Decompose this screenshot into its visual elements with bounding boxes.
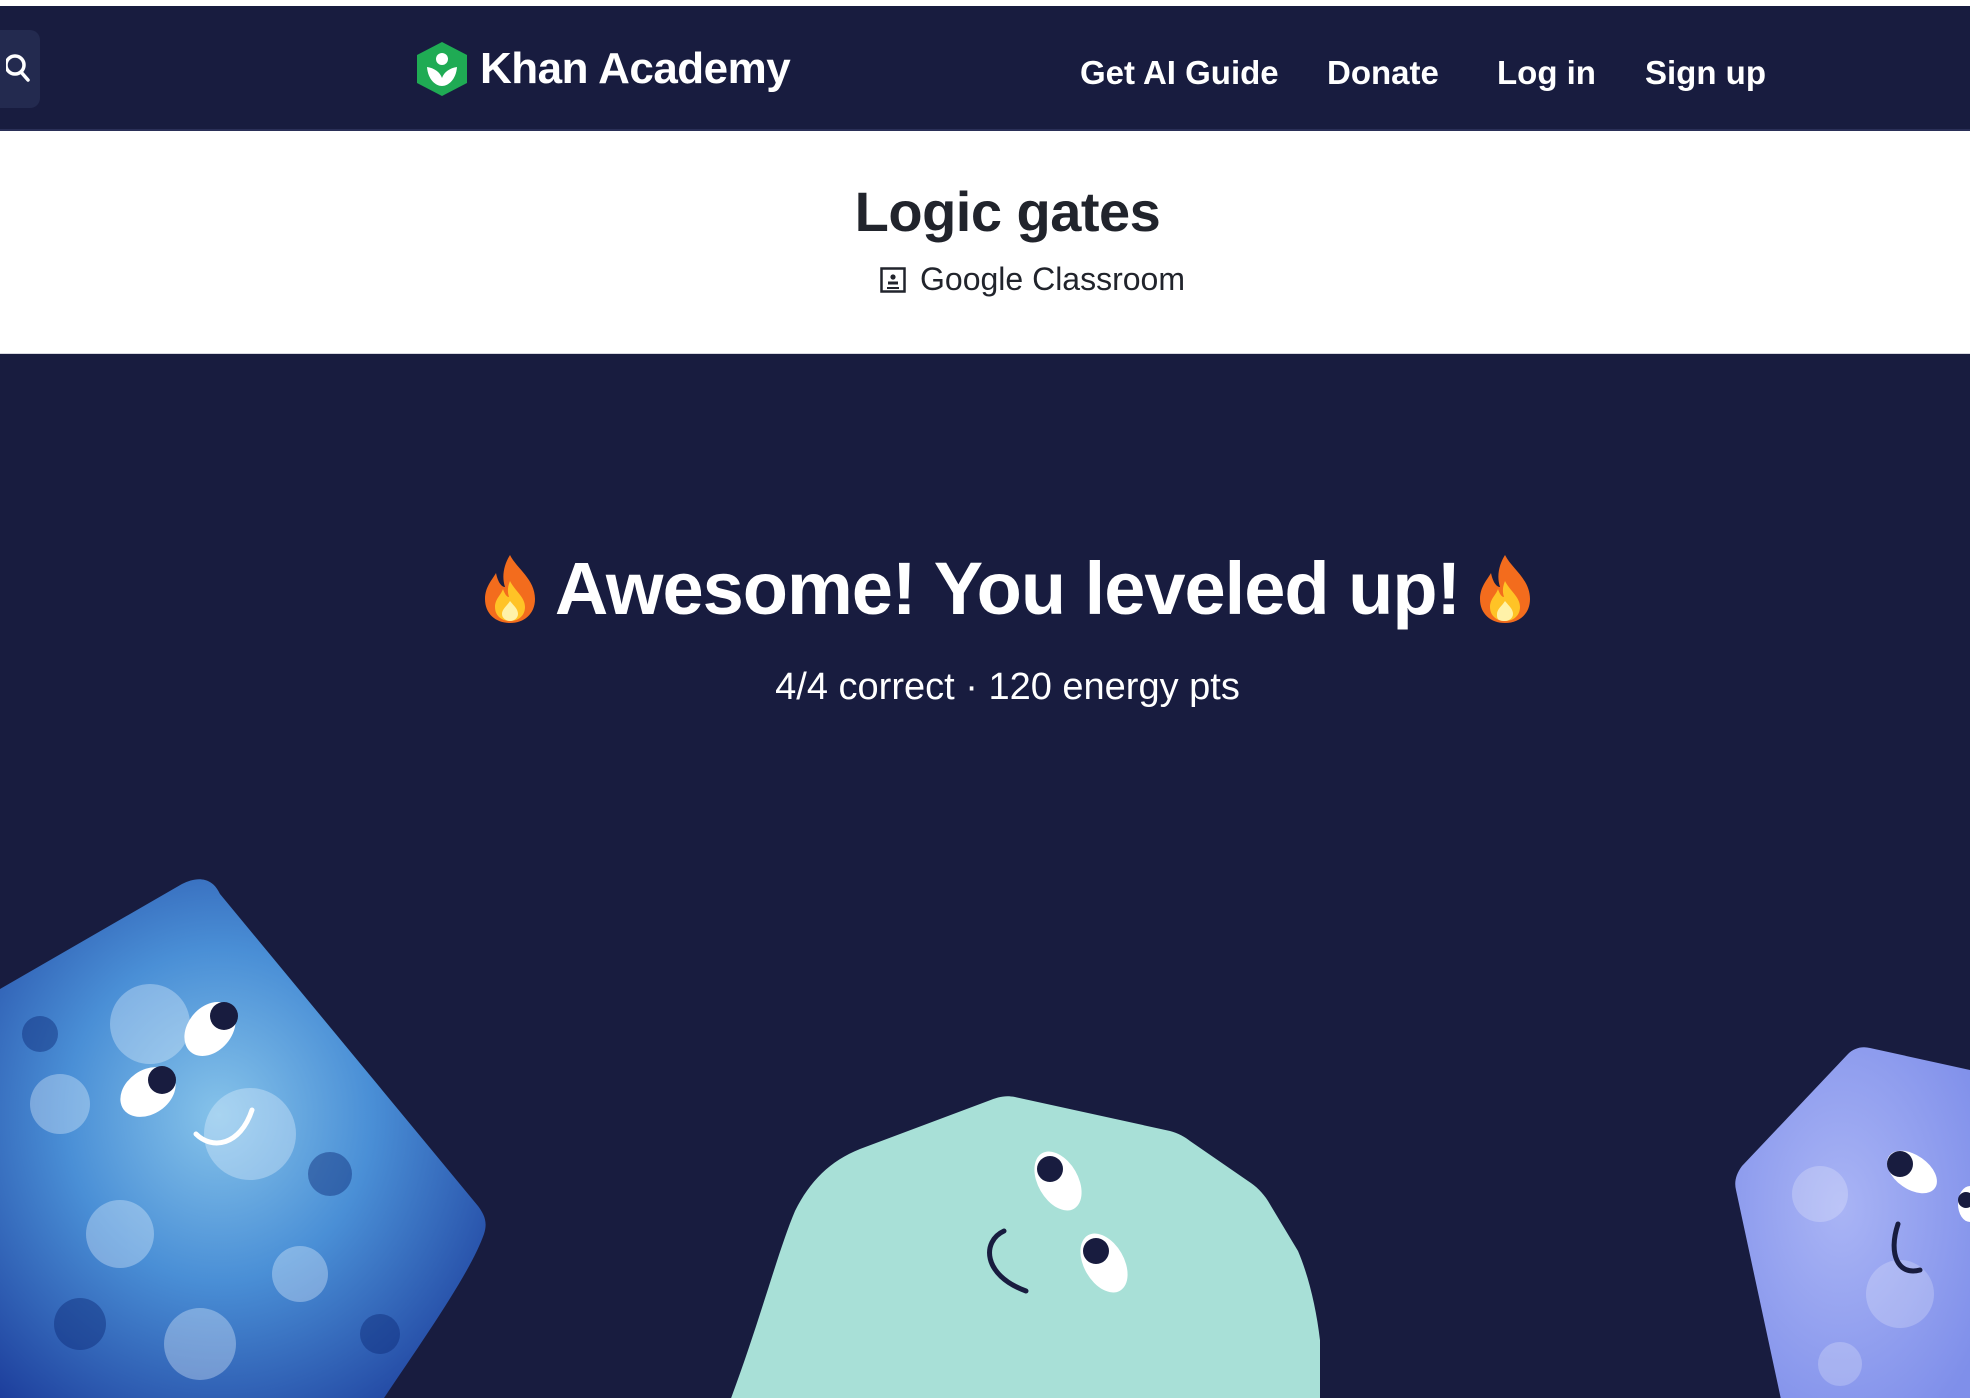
search-button[interactable] xyxy=(0,30,40,108)
teal-critter xyxy=(731,1096,1320,1398)
page-title: Logic gates xyxy=(854,180,1161,243)
blue-watercolor-critter xyxy=(0,879,486,1398)
google-classroom-label: Google Classroom xyxy=(920,261,1185,297)
fire-emoji-icon xyxy=(1480,554,1531,623)
level-up-headline: Awesome! You leveled up! xyxy=(0,546,1970,631)
google-classroom-share-button[interactable]: Google Classroom xyxy=(880,261,1185,298)
sign-up-link[interactable]: Sign up xyxy=(1645,54,1766,92)
exercise-title-bar: Logic gates Google Classroom xyxy=(0,131,1970,354)
search-icon xyxy=(6,54,30,82)
brand-name: Khan Academy xyxy=(480,44,791,93)
donate-link[interactable]: Donate xyxy=(1327,54,1439,92)
get-ai-guide-link[interactable]: Get AI Guide xyxy=(1080,54,1279,92)
page: Khan Academy Get AI Guide Donate Log in … xyxy=(0,0,1970,1398)
top-navigation-bar: Khan Academy Get AI Guide Donate Log in … xyxy=(0,6,1970,131)
khan-academy-logo-icon xyxy=(417,42,467,96)
headline-text: Awesome! You leveled up! xyxy=(554,547,1461,630)
score-summary: 4/4 correct · 120 energy pts xyxy=(775,666,1240,708)
khan-academy-logo[interactable]: Khan Academy xyxy=(414,40,791,98)
fire-emoji-icon xyxy=(484,554,535,623)
log-in-link[interactable]: Log in xyxy=(1497,54,1596,92)
google-classroom-icon xyxy=(880,266,906,293)
periwinkle-critter xyxy=(1735,1047,1970,1398)
level-up-celebration-panel: Awesome! You leveled up! 4/4 correct · 1… xyxy=(0,354,1970,1398)
